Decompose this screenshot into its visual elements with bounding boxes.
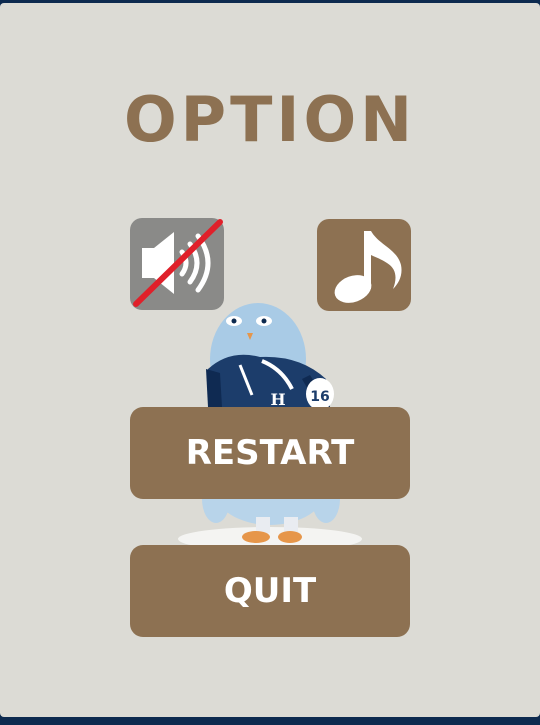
options-panel: OPTION 16 H RESTART QUIT bbox=[0, 3, 540, 717]
jersey-number: 16 bbox=[310, 389, 329, 405]
bottom-frame bbox=[0, 717, 540, 725]
restart-label: RESTART bbox=[185, 433, 355, 473]
music-note-icon bbox=[334, 231, 402, 303]
quit-button[interactable]: QUIT bbox=[130, 545, 410, 637]
page-title: OPTION bbox=[123, 83, 417, 156]
restart-button[interactable]: RESTART bbox=[130, 407, 410, 499]
speaker-muted-icon bbox=[133, 219, 223, 307]
music-toggle-button[interactable] bbox=[317, 219, 411, 311]
sound-toggle-button[interactable] bbox=[130, 218, 224, 310]
quit-label: QUIT bbox=[223, 571, 317, 611]
